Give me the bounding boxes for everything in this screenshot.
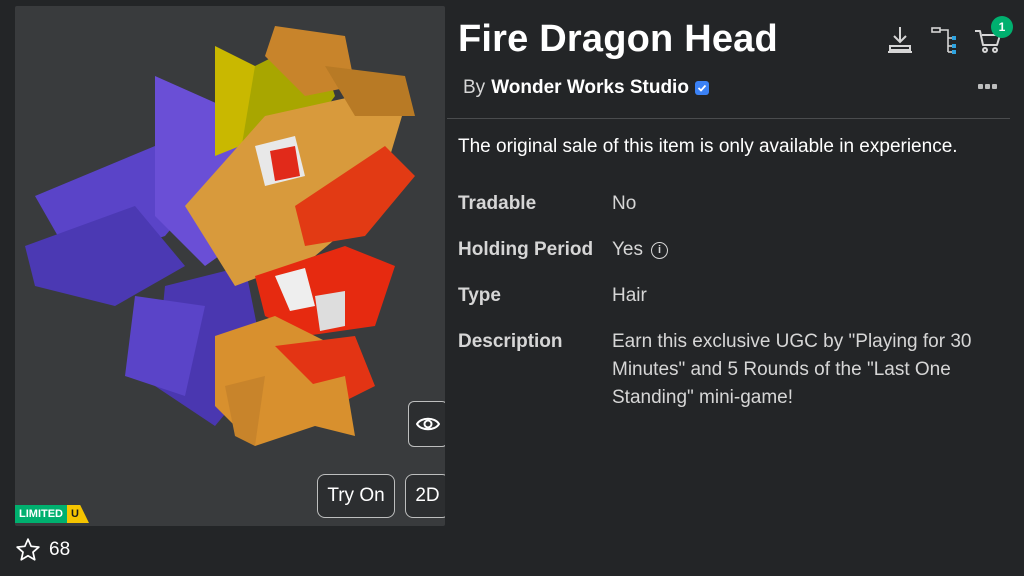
detail-value: Yes i — [612, 236, 998, 264]
detail-value: No — [612, 193, 637, 214]
item-details: Tradable No Holding Period Yes i Type Ha… — [458, 190, 998, 430]
favorite-button[interactable]: 68 — [15, 537, 70, 563]
by-label: By — [463, 77, 486, 98]
view-3d-button[interactable] — [408, 401, 445, 447]
detail-row-description: Description Earn this exclusive UGC by "… — [458, 328, 998, 412]
cart-count-badge: 1 — [991, 16, 1013, 38]
detail-row-type: Type Hair — [458, 282, 998, 310]
favorite-count: 68 — [49, 539, 71, 560]
detail-description: Earn this exclusive UGC by "Playing for … — [612, 331, 972, 408]
sale-availability-note: The original sale of this item is only a… — [458, 136, 958, 157]
hierarchy-icon — [931, 27, 956, 54]
limited-label: LIMITED — [15, 505, 67, 523]
detail-value: Hair — [612, 285, 647, 306]
limited-u-badge: LIMITED U — [15, 505, 89, 523]
more-icon — [977, 83, 983, 89]
divider — [447, 118, 1010, 119]
eye-icon — [416, 417, 440, 431]
2d-view-button[interactable]: 2D — [405, 474, 445, 518]
info-icon[interactable]: i — [651, 241, 668, 259]
verified-badge-icon — [694, 81, 709, 95]
creator-link[interactable]: Wonder Works Studio — [491, 77, 689, 99]
creator-line: By Wonder Works Studio — [463, 77, 709, 99]
cart-button[interactable]: 1 — [973, 16, 1013, 58]
hierarchy-button[interactable] — [929, 22, 959, 58]
unique-label: U — [67, 505, 89, 523]
download-button[interactable] — [885, 22, 915, 58]
detail-label: Description — [458, 331, 563, 352]
item-thumbnail: Try On 2D — [15, 6, 445, 526]
detail-label: Type — [458, 285, 501, 306]
detail-label: Tradable — [458, 193, 537, 214]
more-options-button[interactable] — [975, 80, 999, 92]
item-title: Fire Dragon Head — [458, 18, 778, 60]
detail-row-tradable: Tradable No — [458, 190, 998, 218]
detail-row-holding-period: Holding Period Yes i — [458, 236, 998, 264]
star-icon — [16, 538, 40, 561]
item-3d-image — [25, 26, 415, 446]
try-on-button[interactable]: Try On — [317, 474, 395, 518]
detail-label: Holding Period — [458, 239, 594, 260]
top-actions: 1 — [885, 16, 1013, 58]
download-icon — [888, 27, 912, 53]
